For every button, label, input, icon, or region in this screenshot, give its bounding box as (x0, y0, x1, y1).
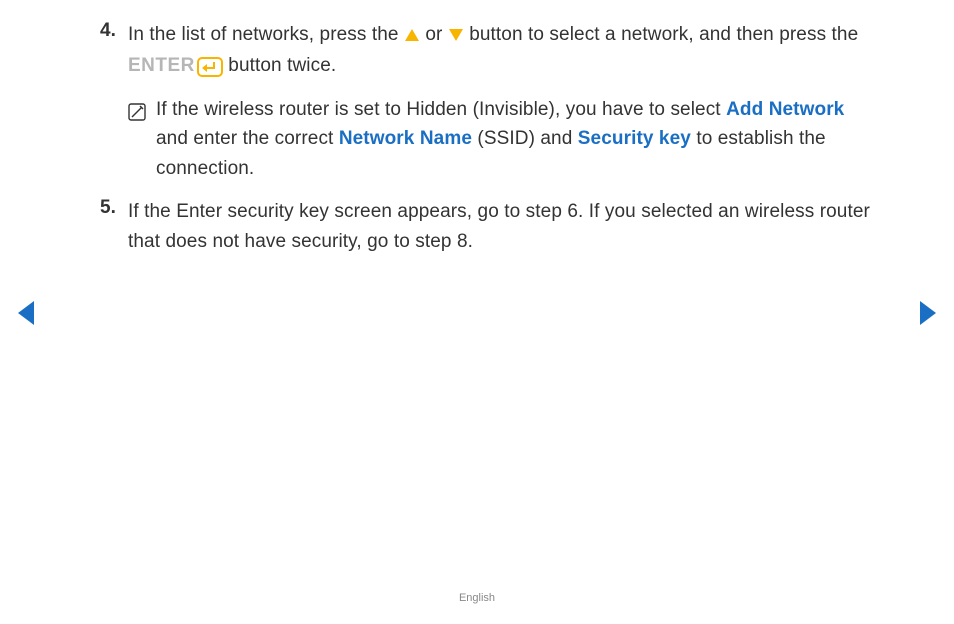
note-icon (128, 95, 156, 183)
footer-language: English (0, 592, 954, 604)
enter-icon (195, 53, 223, 82)
link-security-key: Security key (578, 128, 691, 149)
ssid-label: (SSID) and (472, 128, 578, 149)
note-text-a: If the wireless router is set to Hidden … (156, 99, 726, 120)
next-page-button[interactable] (918, 300, 938, 331)
content-area: 4. In the list of networks, press the or… (100, 20, 870, 270)
step-number: 4. (100, 20, 128, 183)
step4-text-or: or (420, 24, 448, 45)
step4-text-a: In the list of networks, press the (128, 24, 404, 45)
down-triangle-icon (448, 22, 464, 51)
step-5: 5. If the Enter security key screen appe… (100, 197, 870, 256)
link-network-name: Network Name (339, 128, 472, 149)
step4-text-c: button twice. (223, 55, 336, 76)
step-body: If the Enter security key screen appears… (128, 197, 870, 256)
step-body: In the list of networks, press the or bu… (128, 20, 870, 183)
step-4: 4. In the list of networks, press the or… (100, 20, 870, 183)
up-triangle-icon (404, 22, 420, 51)
manual-page: 4. In the list of networks, press the or… (0, 0, 954, 624)
note-text-b: and enter the correct (156, 128, 339, 149)
note-body: If the wireless router is set to Hidden … (156, 95, 870, 183)
prev-page-button[interactable] (16, 300, 36, 331)
note-row: If the wireless router is set to Hidden … (128, 95, 870, 183)
prev-arrow-icon (16, 300, 36, 326)
step4-text-b: button to select a network, and then pre… (464, 24, 858, 45)
next-arrow-icon (918, 300, 938, 326)
link-add-network: Add Network (726, 99, 844, 120)
enter-label: ENTER (128, 55, 195, 76)
step-number: 5. (100, 197, 128, 256)
